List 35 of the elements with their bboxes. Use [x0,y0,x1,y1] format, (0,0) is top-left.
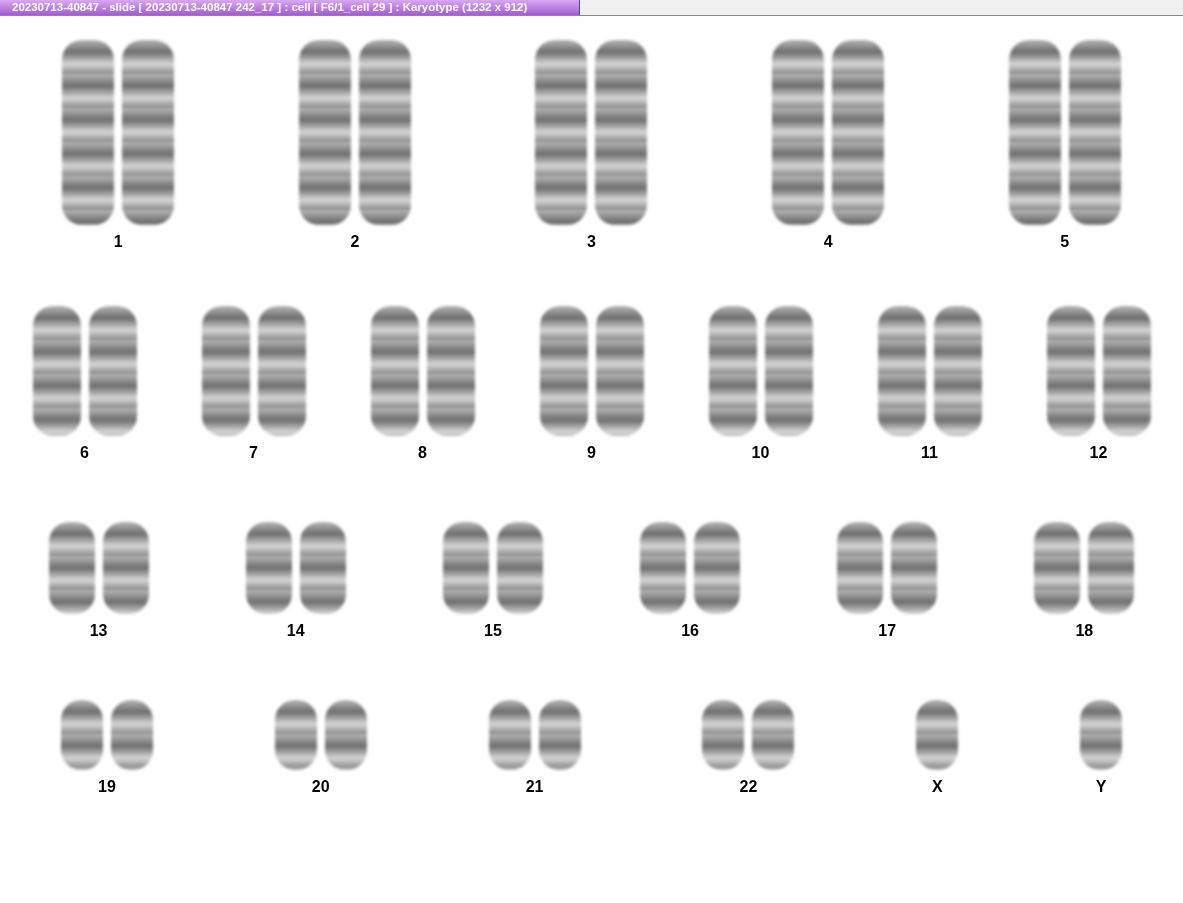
window-title[interactable]: 20230713-40847 - slide [ 20230713-40847 242_17 ] : cell [ F6/1_cell 29 ] : Karyotype (1232 x 912) [0,0,580,15]
chromosome-label: 16 [681,622,699,640]
chromosome-image [916,700,959,770]
chromosome-label: 12 [1089,444,1108,462]
chromosome-label: 21 [525,778,544,796]
chromosome-label: 8 [418,444,427,462]
chromosome-image [60,700,103,770]
chromosome-label: 9 [587,444,596,462]
chromosome-label: 15 [484,622,502,640]
chromosome-label: 14 [286,622,305,640]
chromosome-image [110,700,153,770]
chromosome-image [702,700,745,770]
chromosome-label: 6 [80,444,89,462]
chromosome-image [324,700,367,770]
chromosome-label: 5 [1060,233,1070,251]
chromosome-label: 10 [751,444,770,462]
chromosome-image [274,700,317,770]
chromosome-label: Y [1095,778,1107,796]
chromosome-label: 13 [89,622,108,640]
chromosome-image [752,700,795,770]
chromosome-label: 19 [98,778,116,796]
chromosome-label: 17 [878,622,897,640]
chromosome-label: 18 [1075,622,1094,640]
chromosome-label: 2 [350,233,360,251]
chromosome-label: 7 [249,444,258,462]
chromosome-label: 11 [921,444,938,462]
chromosome-label: 22 [739,778,758,796]
chromosome-image [488,700,531,770]
chromosome-label: 4 [823,233,833,251]
chromosome-label: 20 [311,778,330,796]
chromosome-label: 1 [113,233,123,251]
chromosome-image [538,700,581,770]
chromosome-label: X [931,778,943,796]
chromosome-image [1080,700,1123,770]
chromosome-label: 3 [587,233,596,251]
